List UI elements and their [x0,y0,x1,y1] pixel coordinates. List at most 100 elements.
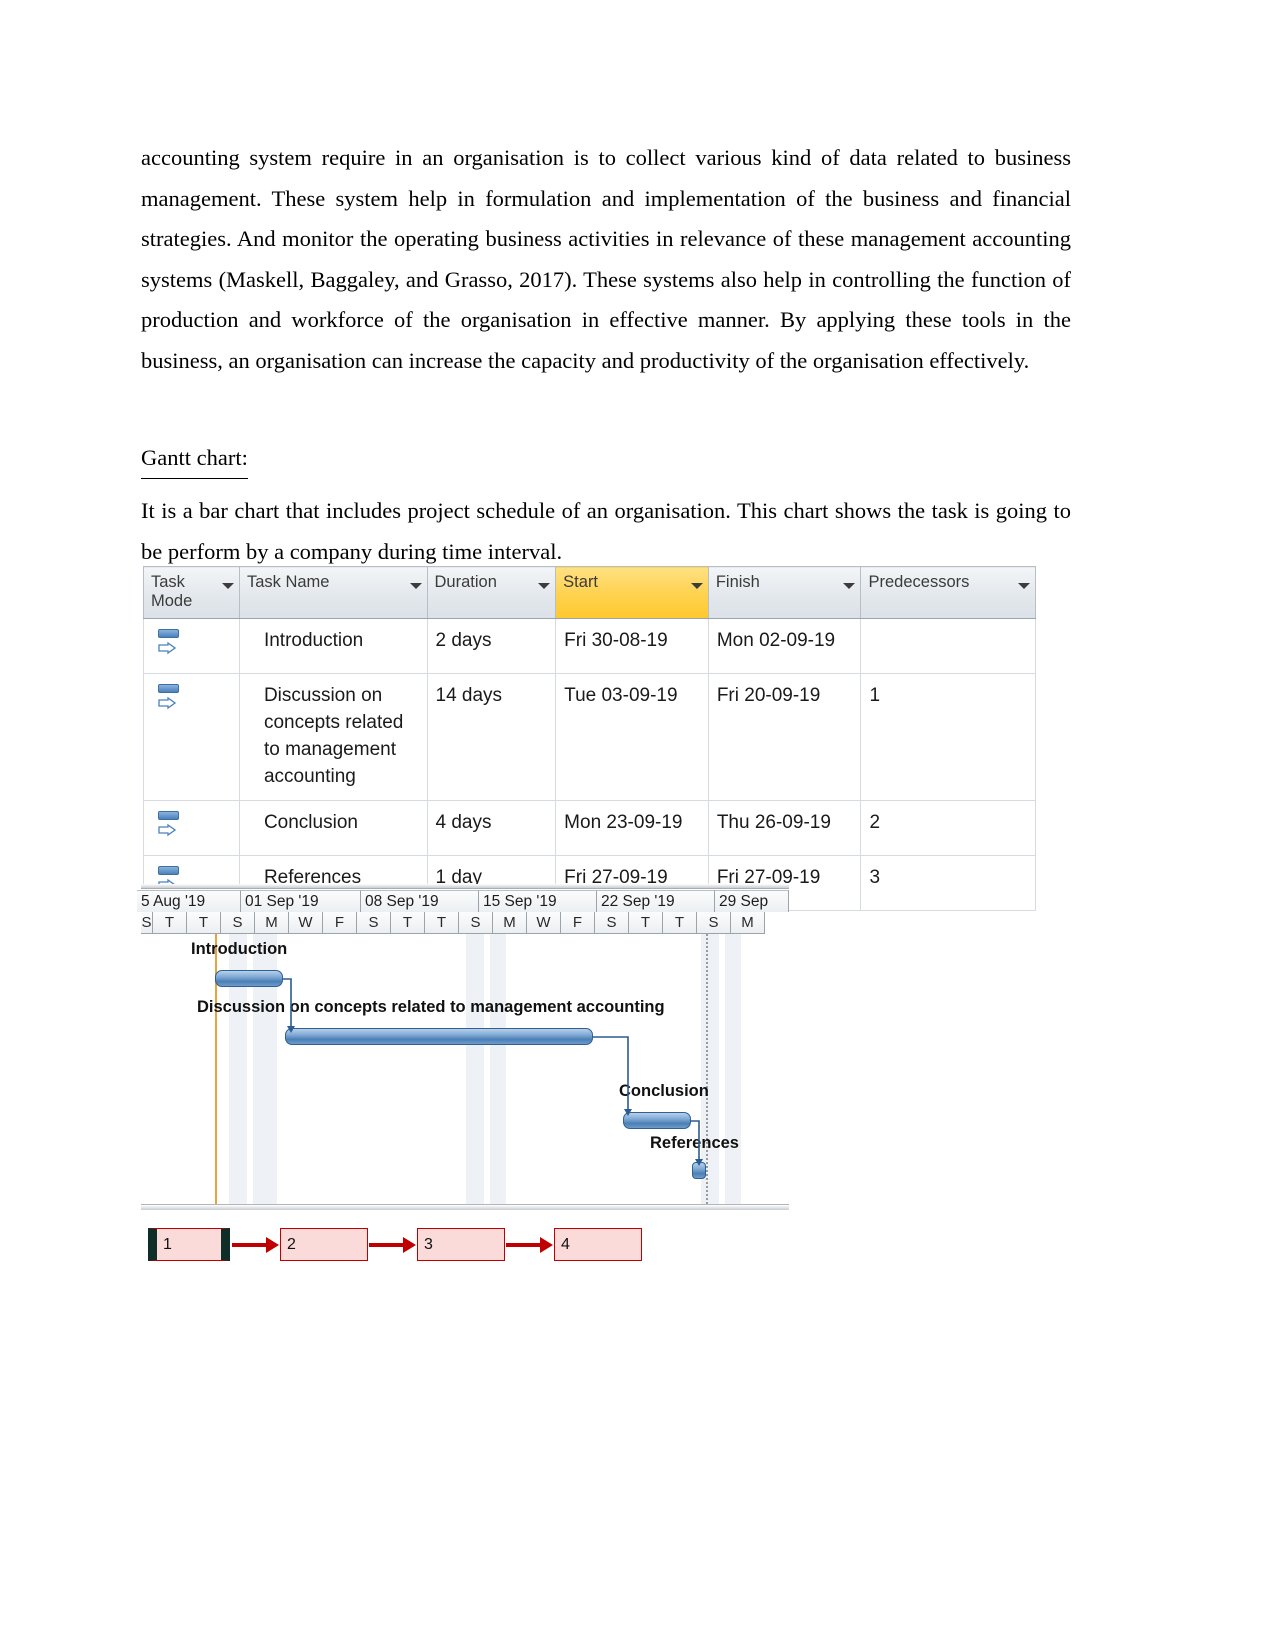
cell-duration[interactable]: 4 days [427,800,557,856]
paragraph-two: It is a bar chart that includes project … [141,498,1071,564]
timeline-day-label: F [323,912,357,934]
timeline-day-label: W [289,912,323,934]
network-link-2-3 [369,1243,407,1247]
cell-task-mode[interactable] [143,618,240,674]
cell-start[interactable]: Fri 30-08-19 [555,618,709,674]
timeline-day-label: M [493,912,527,934]
timeline-week-label: 08 Sep '19 [361,890,479,912]
manually-scheduled-icon [156,684,186,718]
nonworking-band [725,934,741,1204]
timeline-day-label: T [629,912,663,934]
timeline-day-label: T [391,912,425,934]
gantt-bar-discussion[interactable] [285,1028,593,1045]
timeline-day-label: S [357,912,391,934]
gantt-top-divider [141,884,789,889]
column-header-task-mode-label: Task Mode [151,573,193,610]
document-body: accounting system require in an organisa… [141,138,1071,572]
nonworking-band [466,934,484,1204]
timeline-day-label: S [141,912,153,934]
timeline-day-label: W [527,912,561,934]
cell-duration[interactable]: 14 days [427,673,557,801]
paragraph-one: accounting system require in an organisa… [141,145,1071,373]
cell-predecessors[interactable]: 1 [860,673,1036,801]
cell-start[interactable]: Tue 03-09-19 [555,673,709,801]
gantt-bar-label-conclusion: Conclusion [619,1082,709,1100]
column-header-start-label: Start [563,573,599,591]
cell-task-name[interactable]: Discussion on concepts related to manage… [239,673,428,801]
column-header-task-name[interactable]: Task Name [239,566,428,619]
timeline-week-label: 22 Sep '19 [597,890,715,912]
gantt-plot-area: Introduction Discussion on concepts rela… [141,934,789,1204]
status-date-line [706,934,708,1204]
table-row[interactable]: Introduction 2 days Fri 30-08-19 Mon 02-… [143,618,1036,674]
gantt-chart: 5 Aug '19 01 Sep '19 08 Sep '19 15 Sep '… [137,884,789,1214]
cell-start[interactable]: Mon 23-09-19 [555,800,709,856]
gantt-timeline-weeks: 5 Aug '19 01 Sep '19 08 Sep '19 15 Sep '… [137,890,789,912]
column-header-predecessors[interactable]: Predecessors [860,566,1036,619]
arrow-head-icon [266,1237,279,1253]
cell-task-mode[interactable] [143,673,240,801]
timeline-day-label: T [153,912,187,934]
chevron-down-icon[interactable] [221,583,234,589]
column-header-duration-label: Duration [434,573,497,591]
column-header-predecessors-label: Predecessors [868,573,970,591]
gantt-bar-label-discussion: Discussion on concepts related to manage… [197,998,665,1016]
network-node-2[interactable]: 2 [280,1228,368,1261]
chevron-down-icon[interactable] [1018,583,1030,589]
cell-task-mode[interactable] [143,800,240,856]
network-node-3[interactable]: 3 [417,1228,505,1261]
timeline-day-label: M [255,912,289,934]
timeline-day-label: T [663,912,697,934]
timeline-day-label: S [595,912,629,934]
network-node-1[interactable]: 1 [148,1228,230,1261]
cell-predecessors[interactable]: 2 [860,800,1036,856]
column-header-finish[interactable]: Finish [708,566,862,619]
gantt-bar-references[interactable] [692,1162,706,1179]
column-header-finish-label: Finish [715,573,760,591]
timeline-day-label: T [187,912,221,934]
table-row[interactable]: Discussion on concepts related to manage… [143,673,1036,801]
gantt-timeline-days: S T T S M W F S T T S M W F S T T S M [141,912,789,934]
timeline-day-label: T [425,912,459,934]
network-link-3-4 [506,1243,544,1247]
timeline-day-label: S [221,912,255,934]
column-header-task-mode[interactable]: Task Mode [143,566,240,619]
timeline-week-label: 5 Aug '19 [137,890,241,912]
nonworking-band [490,934,506,1204]
column-header-task-name-label: Task Name [246,573,330,591]
cell-finish[interactable]: Fri 20-09-19 [708,673,862,801]
document-page: accounting system require in an organisa… [0,0,1275,1650]
timeline-day-label: S [459,912,493,934]
network-link-1-2 [232,1243,270,1247]
timeline-week-label: 29 Sep [715,890,789,912]
cell-finish[interactable]: Thu 26-09-19 [708,800,862,856]
cell-predecessors[interactable]: 3 [860,855,1036,911]
timeline-day-label: M [731,912,765,934]
project-task-table: Task Mode Task Name Duration Start Finis… [143,566,1036,911]
timeline-day-label: S [697,912,731,934]
manually-scheduled-icon [156,629,186,663]
gantt-bar-conclusion[interactable] [623,1112,691,1129]
cell-predecessors[interactable] [860,618,1036,674]
network-node-4[interactable]: 4 [554,1228,642,1261]
gantt-bottom-divider [141,1204,789,1210]
timeline-week-label: 15 Sep '19 [479,890,597,912]
chevron-down-icon[interactable] [409,583,422,589]
column-header-duration[interactable]: Duration [427,566,557,619]
gantt-heading-wrapper: Gantt chart: [141,410,1071,486]
cell-task-name[interactable]: Conclusion [239,800,428,856]
gantt-bar-label-introduction: Introduction [191,940,288,958]
network-diagram: 1 2 3 4 [148,1228,642,1268]
chevron-down-icon[interactable] [690,583,703,589]
gantt-bar-introduction[interactable] [215,970,283,987]
chevron-down-icon[interactable] [538,583,551,589]
timeline-day-label: F [561,912,595,934]
cell-task-name[interactable]: Introduction [239,618,428,674]
timeline-week-label: 01 Sep '19 [241,890,361,912]
manually-scheduled-icon [156,811,186,845]
column-header-start[interactable]: Start [555,566,709,619]
table-row[interactable]: Conclusion 4 days Mon 23-09-19 Thu 26-09… [143,800,1036,856]
chevron-down-icon[interactable] [843,583,856,589]
cell-duration[interactable]: 2 days [427,618,557,674]
cell-finish[interactable]: Mon 02-09-19 [708,618,862,674]
